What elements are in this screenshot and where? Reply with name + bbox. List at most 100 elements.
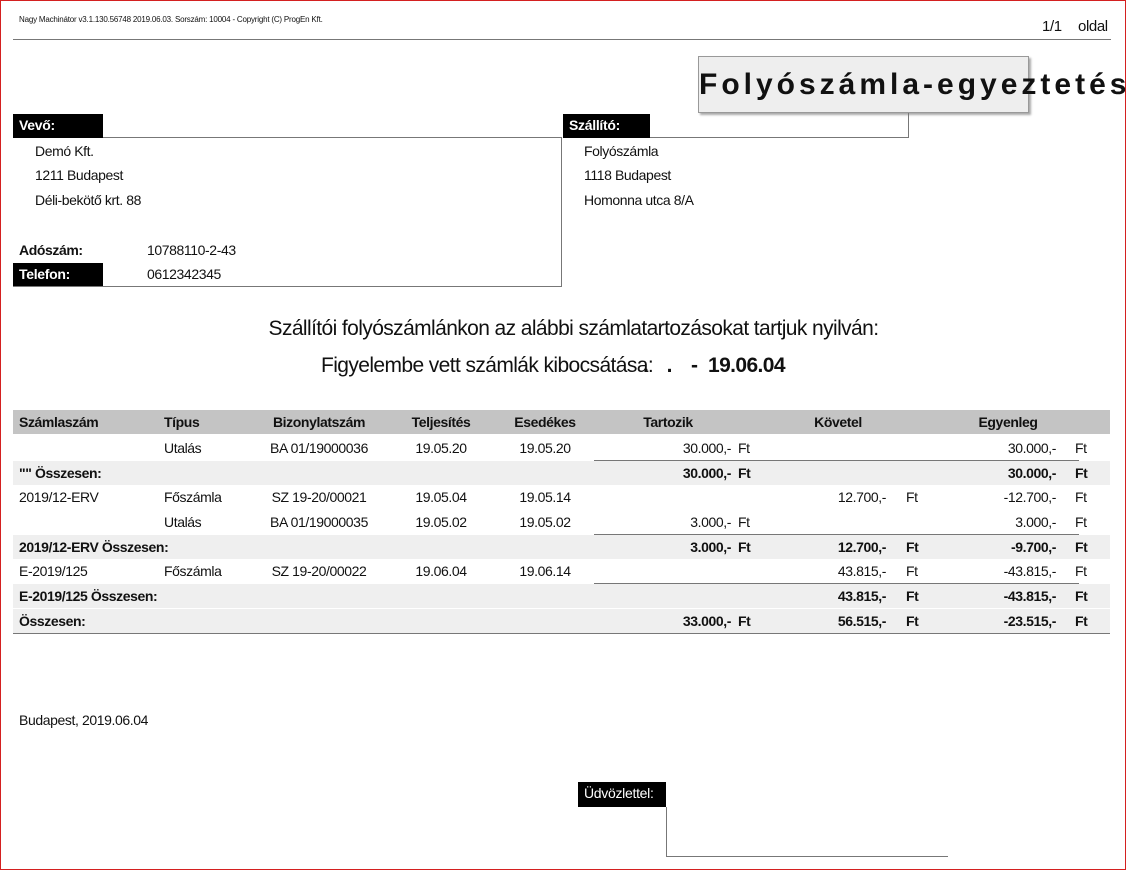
currency-label: Ft xyxy=(1075,563,1087,579)
invoice-cell: 2019/12-ERV Összesen: xyxy=(19,539,169,555)
credit-cell: 43.815,- xyxy=(837,588,887,604)
table-row: Utalás BA 01/19000035 19.05.02 19.05.02 3.00… xyxy=(13,510,1110,534)
buyer-box-bottom xyxy=(13,286,562,287)
tax-number: 10788110-2-43 xyxy=(147,242,236,258)
supplier-street: Homonna utca 8/A xyxy=(584,192,694,208)
balance-cell: -12.700,- xyxy=(1003,489,1057,505)
col-performance[interactable]: Teljesítés xyxy=(403,414,479,430)
supplier-box-right xyxy=(908,113,909,138)
phone-number: 0612342345 xyxy=(147,266,221,282)
supplier-box-top xyxy=(650,137,908,138)
invoice-cell: "" Összesen: xyxy=(19,465,102,481)
col-debit[interactable]: Tartozik xyxy=(613,414,723,430)
table-header: Számlaszám Típus Bizonylatszám Teljesíté… xyxy=(13,410,1110,434)
signature-line xyxy=(666,856,948,857)
invoice-cell: E-2019/125 xyxy=(19,563,88,579)
table-summary-row: E-2019/125 Összesen: 43.815,- -43.815,- Ft F… xyxy=(13,584,1110,608)
performance-date-cell: 19.05.02 xyxy=(415,514,467,530)
performance-date-cell: 19.06.04 xyxy=(415,563,467,579)
supplier-label: Szállító: xyxy=(563,114,650,138)
debit-cell: 3.000,- xyxy=(690,514,731,530)
debit-cell: 3.000,- xyxy=(690,539,731,555)
credit-cell: 12.700,- xyxy=(837,539,887,555)
due-date-cell: 19.05.02 xyxy=(519,514,571,530)
col-type[interactable]: Típus xyxy=(164,414,200,430)
tax-label: Adószám: xyxy=(19,242,83,258)
type-cell: Főszámla xyxy=(164,489,222,505)
currency-label: Ft xyxy=(1075,440,1087,456)
date-to: 19.06.04 xyxy=(708,354,786,377)
performance-date-cell: 19.05.20 xyxy=(415,440,467,456)
col-due[interactable]: Esedékes xyxy=(507,414,583,430)
buyer-box-top xyxy=(103,137,561,138)
currency-label: Ft xyxy=(738,613,751,629)
due-date-cell: 19.05.14 xyxy=(519,489,571,505)
table-row: Utalás BA 01/19000036 19.05.20 19.05.20 30.0… xyxy=(13,436,1110,460)
currency-label: Ft xyxy=(906,539,919,555)
invoice-cell: 2019/12-ERV xyxy=(19,489,99,505)
due-date-cell: 19.05.20 xyxy=(519,440,571,456)
col-credit[interactable]: Követel xyxy=(783,414,893,430)
invoice-cell: E-2019/125 Összesen: xyxy=(19,588,158,604)
page-label: oldal xyxy=(1078,18,1108,35)
balance-cell: 30.000,- xyxy=(1007,465,1057,481)
doc-number-cell: SZ 19-20/00021 xyxy=(271,489,367,505)
currency-label: Ft xyxy=(1075,465,1088,481)
table-row: E-2019/125 Főszámla SZ 19-20/00022 19.06.04… xyxy=(13,559,1110,583)
header-divider xyxy=(13,39,1111,40)
buyer-box-right xyxy=(561,137,562,286)
currency-label: Ft xyxy=(1075,489,1087,505)
supplier-name: Folyószámla xyxy=(584,143,659,159)
table-summary-row: "" Összesen: 30.000,- 30.000,- Ft Ft xyxy=(13,461,1110,485)
currency-label: Ft xyxy=(906,489,918,505)
currency-label: Ft xyxy=(906,563,918,579)
col-balance[interactable]: Egyenleg xyxy=(953,414,1063,430)
table-summary-row: Összesen: 33.000,- 56.515,- -23.515,- Ft Ft Ft xyxy=(13,609,1110,633)
program-info: Nagy Machinátor v3.1.130.56748 2019.06.0… xyxy=(19,15,323,24)
credit-cell: 12.700,- xyxy=(837,489,887,505)
intro-line: Szállítói folyószámlánkon az alábbi szám… xyxy=(268,317,879,340)
due-date-cell: 19.06.14 xyxy=(519,563,571,579)
doc-number-cell: BA 01/19000035 xyxy=(270,514,368,530)
currency-label: Ft xyxy=(738,465,751,481)
table-row: 2019/12-ERV Főszámla SZ 19-20/00021 19.05.0… xyxy=(13,485,1110,509)
credit-cell: 56.515,- xyxy=(837,613,887,629)
type-cell: Főszámla xyxy=(164,563,222,579)
currency-label: Ft xyxy=(906,588,919,604)
buyer-name: Demó Kft. xyxy=(35,143,94,159)
currency-label: Ft xyxy=(738,514,750,530)
debit-cell: 30.000,- xyxy=(682,440,732,456)
doc-number-cell: SZ 19-20/00022 xyxy=(271,563,367,579)
supplier-city: 1118 Budapest xyxy=(584,167,671,183)
currency-label: Ft xyxy=(1075,588,1088,604)
balance-cell: -43.815,- xyxy=(1003,563,1057,579)
phone-label: Telefon: xyxy=(13,263,103,286)
buyer-label: Vevő: xyxy=(13,114,103,138)
date-from: . . xyxy=(643,354,679,377)
col-doc[interactable]: Bizonylatszám xyxy=(253,414,385,430)
document-title: Folyószámla-egyeztetés xyxy=(698,56,1126,113)
place-date: Budapest, 2019.06.04 xyxy=(19,712,149,728)
date-dash: - xyxy=(691,354,698,377)
balance-cell: 30.000,- xyxy=(1007,440,1057,456)
buyer-city: 1211 Budapest xyxy=(35,167,123,183)
doc-number-cell: BA 01/19000036 xyxy=(270,440,368,456)
buyer-street: Déli-bekötő krt. 88 xyxy=(35,192,142,208)
currency-label: Ft xyxy=(738,539,751,555)
balance-cell: 3.000,- xyxy=(1015,514,1056,530)
currency-label: Ft xyxy=(738,440,750,456)
debit-cell: 30.000,- xyxy=(682,465,732,481)
type-cell: Utalás xyxy=(164,440,202,456)
table-bottom-line xyxy=(13,633,1110,634)
balance-cell: -9.700,- xyxy=(1010,539,1056,555)
type-cell: Utalás xyxy=(164,514,202,530)
page: { "header":{"program_info":"Nagy Machiná… xyxy=(0,0,1126,870)
credit-cell: 43.815,- xyxy=(837,563,887,579)
balance-cell: -43.815,- xyxy=(1003,588,1057,604)
balance-cell: -23.515,- xyxy=(1003,613,1057,629)
currency-label: Ft xyxy=(1075,539,1088,555)
invoice-cell: Összesen: xyxy=(19,613,86,629)
col-invoice[interactable]: Számlaszám xyxy=(19,414,99,430)
table-summary-row: 2019/12-ERV Összesen: 3.000,- 12.700,- -9.7… xyxy=(13,535,1110,559)
greeting-label: Üdvözlettel: xyxy=(578,782,666,807)
